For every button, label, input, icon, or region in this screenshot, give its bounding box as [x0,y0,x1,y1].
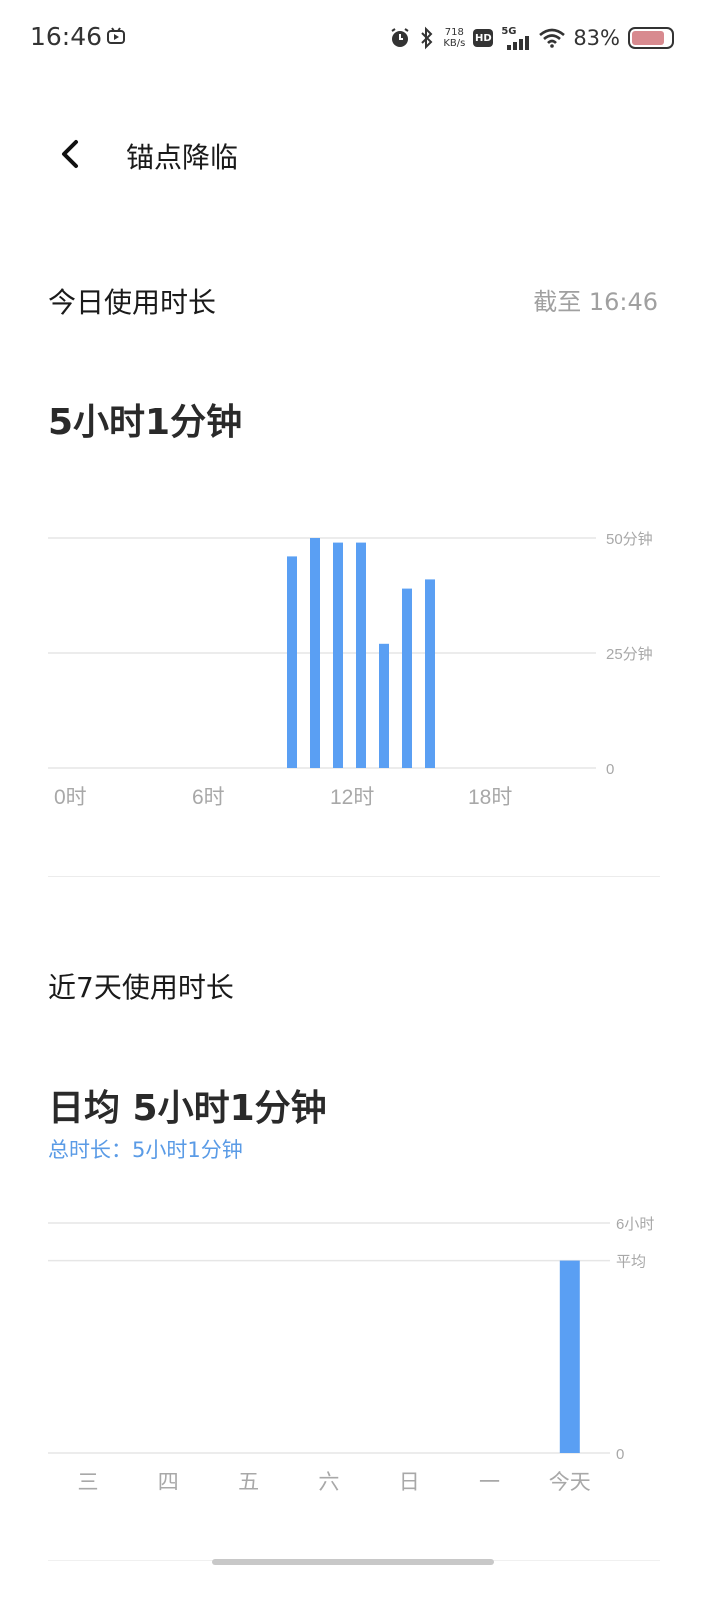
hour-bar [356,542,366,768]
hour-bar [379,643,389,768]
alarm-icon [391,28,409,47]
status-bar: 16:46 718 KB/s HD 5G 83% [0,0,720,76]
week-usage-chart: 6小时平均 0 三 四 五 六 日 一 今天 [48,1216,654,1494]
app-icon [107,27,125,44]
back-arrow-icon[interactable] [52,136,86,172]
home-indicator[interactable] [212,1559,494,1565]
y-tick-label: 0 [616,1446,624,1463]
status-icons: 718 KB/s HD 5G 83% [389,22,674,54]
signal-icon: 5G [501,26,531,50]
today-usage-title: 今日使用时长 [48,286,217,319]
week-usage-title: 近7天使用时长 [48,971,234,1004]
hour-bar [333,542,343,768]
hd-icon: HD [473,29,494,47]
daily-average-value: 日均 5小时1分钟 [48,1088,327,1129]
battery-percent: 83% [573,26,620,50]
bluetooth-icon [421,26,433,50]
day-bar [559,1260,580,1453]
battery-icon [628,27,674,49]
hour-bar [310,538,320,768]
today-usage-chart: 50分钟 25分钟 0 0时 6时 12时 18时 [48,531,653,809]
battery-fill [632,31,664,45]
x-tick-label: 今天 [549,1471,591,1494]
section-divider [48,876,660,877]
as-of-time: 截至 16:46 [533,288,658,316]
y-tick-label: 平均 [616,1254,646,1271]
hour-bar [287,556,297,768]
y-tick-label: 0 [606,761,614,778]
x-tick-label: 六 [318,1471,339,1494]
x-tick-label: 18时 [468,786,512,809]
x-tick-label: 6时 [192,786,225,809]
status-time: 16:46 [30,22,103,51]
x-tick-label: 三 [78,1471,99,1494]
y-tick-label: 6小时 [616,1216,654,1233]
x-tick-label: 0时 [54,786,87,809]
app-header: 锚点降临 [0,118,720,190]
total-duration-text: 总时长：5小时1分钟 [48,1138,243,1162]
x-tick-label: 五 [238,1471,259,1494]
x-tick-label: 一 [479,1471,500,1494]
y-tick-label: 25分钟 [606,646,653,663]
hour-bar [425,579,435,768]
y-tick-label: 50分钟 [606,531,653,548]
today-total-value: 5小时1分钟 [48,402,243,443]
hour-bar [402,588,412,768]
x-tick-label: 12时 [330,786,374,809]
wifi-icon [539,28,566,48]
x-tick-label: 四 [158,1471,179,1494]
page-title: 锚点降临 [126,141,239,174]
network-speed: 718 KB/s [443,27,466,49]
x-tick-label: 日 [399,1471,420,1494]
